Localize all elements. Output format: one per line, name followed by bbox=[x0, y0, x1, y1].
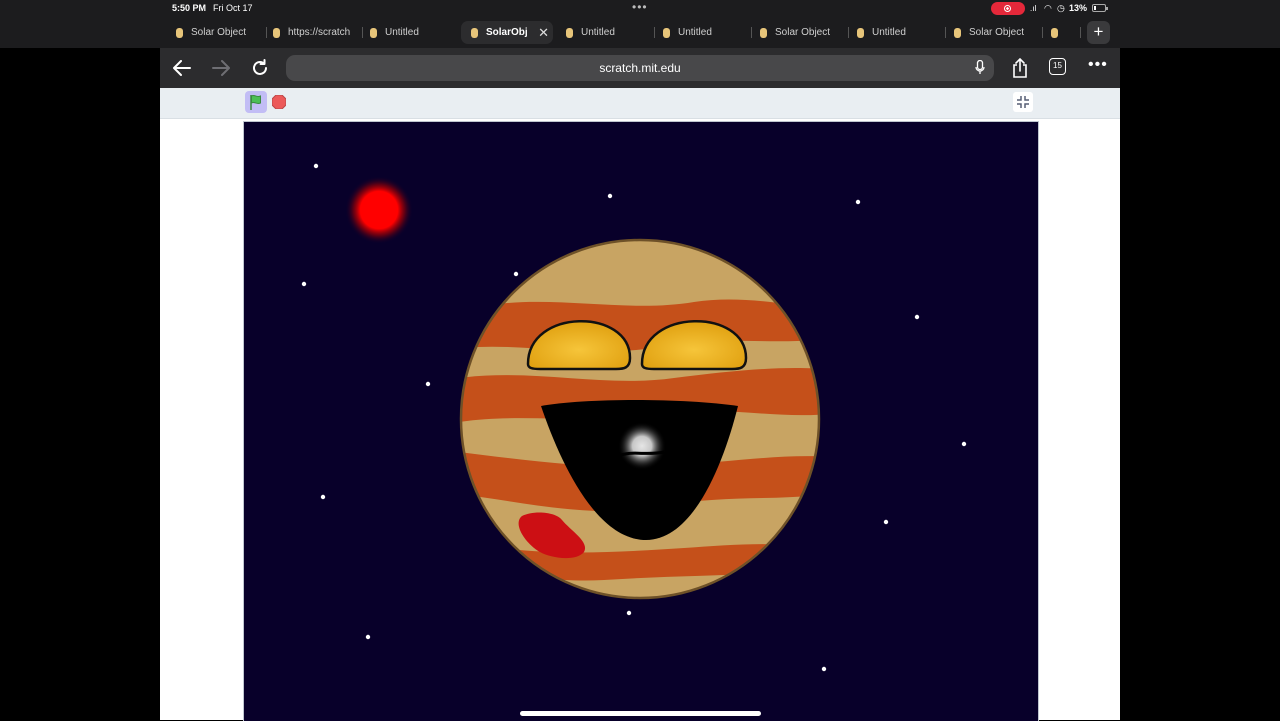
scratch-favicon-icon bbox=[760, 27, 767, 38]
plus-icon: + bbox=[1093, 22, 1104, 41]
tab-label: Untitled bbox=[678, 27, 712, 38]
tab-item[interactable] bbox=[1051, 21, 1067, 44]
scratch-favicon-icon bbox=[954, 27, 961, 38]
forward-arrow-icon bbox=[212, 60, 230, 76]
mouth-glow bbox=[618, 422, 666, 470]
scratch-favicon-icon bbox=[663, 27, 670, 38]
back-arrow-icon bbox=[173, 60, 191, 76]
tab-label: Solar Object bbox=[191, 27, 247, 38]
scratch-favicon-icon bbox=[857, 27, 864, 38]
screen-recording-icon bbox=[991, 2, 1025, 15]
scratch-favicon-icon bbox=[566, 27, 573, 38]
tab-item[interactable]: Untitled bbox=[663, 21, 747, 44]
tab-item[interactable]: Untitled bbox=[566, 21, 650, 44]
exit-fullscreen-button[interactable] bbox=[1013, 92, 1033, 112]
forward-button[interactable] bbox=[209, 56, 233, 80]
tab-bar: Solar Object https://scratch Untitled So… bbox=[0, 17, 1280, 48]
tab-divider bbox=[362, 27, 363, 38]
green-flag-button[interactable] bbox=[245, 91, 267, 113]
microphone-icon[interactable] bbox=[975, 60, 985, 75]
tab-item[interactable]: Solar Object bbox=[760, 21, 840, 44]
scratch-controls-bar bbox=[160, 88, 1120, 119]
share-icon bbox=[1013, 58, 1027, 78]
tab-label: https://scratch bbox=[288, 27, 351, 38]
star bbox=[607, 193, 613, 199]
tab-divider bbox=[1080, 27, 1081, 38]
close-tab-icon[interactable]: ✕ bbox=[538, 25, 553, 41]
scratch-favicon-icon bbox=[1051, 27, 1058, 38]
signal-icon: .ıl bbox=[1030, 4, 1037, 13]
tab-label: SolarObj bbox=[486, 27, 528, 38]
multitasking-dots-icon[interactable]: ••• bbox=[632, 0, 648, 14]
exit-fullscreen-icon bbox=[1017, 96, 1029, 108]
tab-label: Untitled bbox=[581, 27, 615, 38]
star bbox=[961, 441, 967, 447]
status-date: Fri Oct 17 bbox=[213, 3, 253, 13]
web-page bbox=[160, 88, 1120, 721]
tab-item[interactable]: Untitled bbox=[370, 21, 454, 44]
tabs-overview-button[interactable]: 15 bbox=[1049, 58, 1066, 75]
battery-percent: 13% bbox=[1069, 3, 1088, 13]
star bbox=[821, 666, 827, 672]
tab-divider bbox=[1042, 27, 1043, 38]
star bbox=[320, 494, 326, 500]
stop-button[interactable] bbox=[271, 94, 287, 110]
tab-divider bbox=[266, 27, 267, 38]
more-icon[interactable]: ••• bbox=[1088, 56, 1108, 74]
star bbox=[513, 271, 519, 277]
star bbox=[914, 314, 920, 320]
tab-item[interactable]: Solar Object bbox=[954, 21, 1034, 44]
star bbox=[365, 634, 371, 640]
star bbox=[883, 519, 889, 525]
browser-toolbar: scratch.mit.edu 15 ••• bbox=[160, 48, 1120, 88]
green-flag-icon bbox=[250, 94, 261, 110]
scratch-stage[interactable] bbox=[243, 121, 1039, 721]
tab-item-active[interactable]: SolarObj ✕ bbox=[461, 21, 553, 44]
status-time: 5:50 PM bbox=[172, 3, 207, 13]
star bbox=[313, 163, 319, 169]
address-text: scratch.mit.edu bbox=[599, 61, 681, 75]
back-button[interactable] bbox=[170, 56, 194, 80]
star bbox=[855, 199, 861, 205]
tab-divider bbox=[654, 27, 655, 38]
tab-label: Untitled bbox=[385, 27, 419, 38]
star bbox=[425, 381, 431, 387]
new-tab-button[interactable]: + bbox=[1087, 21, 1110, 44]
status-bar: 5:50 PM Fri Oct 17 ••• .ıl ◠ ◷ 13% bbox=[0, 0, 1280, 17]
battery-icon bbox=[1092, 4, 1108, 12]
tab-item[interactable]: Solar Object bbox=[176, 21, 260, 44]
tab-divider bbox=[848, 27, 849, 38]
tab-divider bbox=[945, 27, 946, 38]
tab-label: Untitled bbox=[872, 27, 906, 38]
tab-label: Solar Object bbox=[775, 27, 831, 38]
reload-button[interactable] bbox=[248, 56, 272, 80]
wifi-icon: ◠ bbox=[1044, 3, 1052, 13]
scratch-favicon-icon bbox=[176, 27, 183, 38]
home-indicator[interactable] bbox=[520, 711, 761, 716]
share-button[interactable] bbox=[1008, 56, 1032, 80]
red-sun bbox=[345, 176, 413, 244]
scratch-favicon-icon bbox=[273, 27, 280, 38]
stage-canvas bbox=[301, 163, 967, 672]
address-bar[interactable]: scratch.mit.edu bbox=[286, 55, 994, 81]
tab-label: Solar Object bbox=[969, 27, 1025, 38]
tab-divider bbox=[751, 27, 752, 38]
star bbox=[301, 281, 307, 287]
stop-icon bbox=[271, 94, 287, 110]
reload-icon bbox=[253, 59, 267, 75]
scratch-favicon-icon bbox=[370, 27, 377, 38]
alarm-icon: ◷ bbox=[1057, 3, 1065, 13]
tab-item[interactable]: https://scratch bbox=[273, 21, 355, 44]
tab-item[interactable]: Untitled bbox=[857, 21, 941, 44]
star bbox=[626, 610, 632, 616]
scratch-favicon-icon bbox=[471, 27, 478, 38]
